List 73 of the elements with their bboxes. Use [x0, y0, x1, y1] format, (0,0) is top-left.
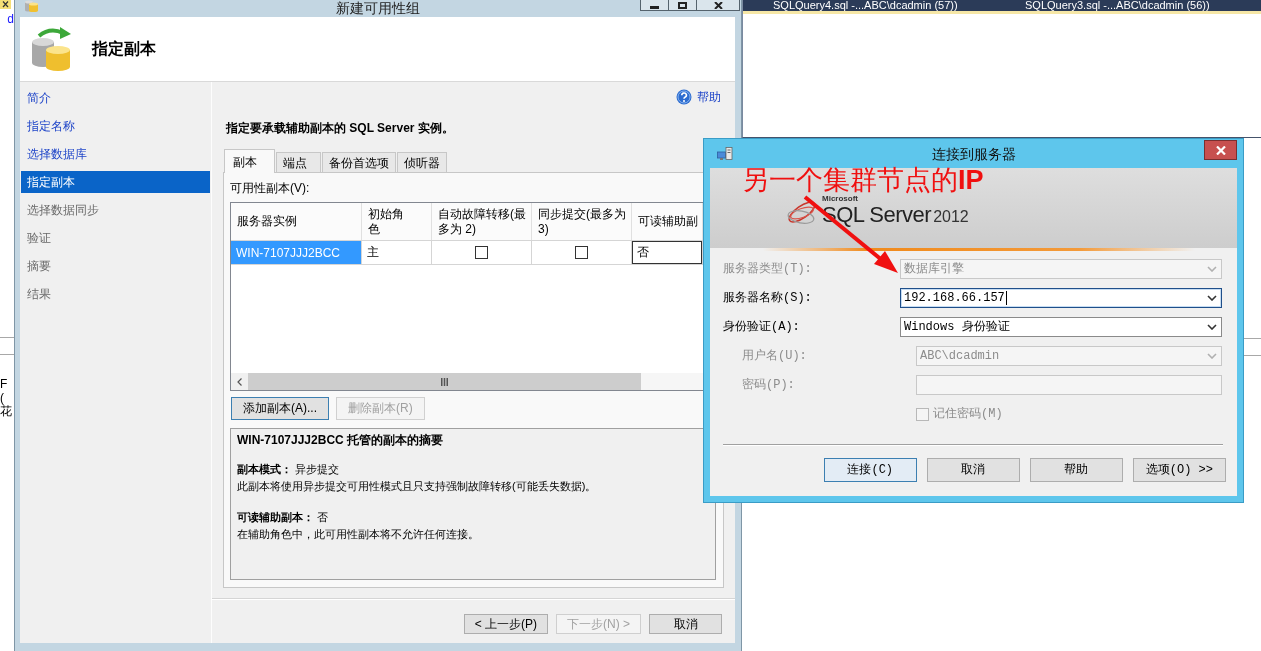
- chevron-left-icon: [237, 377, 242, 386]
- field-label: 服务器名称(S):: [723, 290, 813, 306]
- dialog-button[interactable]: 取消: [926, 458, 1020, 482]
- tab[interactable]: 副本: [224, 149, 275, 173]
- table-cell[interactable]: 否: [632, 241, 703, 264]
- dialog-title: 连接到服务器: [931, 144, 1016, 163]
- wizard-step[interactable]: 选择数据库: [21, 143, 210, 165]
- dialog-button[interactable]: 选项(O) >>: [1132, 458, 1226, 482]
- summary-line: 可读辅助副本： 否: [237, 510, 330, 525]
- maximize-icon: [678, 1, 687, 9]
- result-text: F: [0, 378, 9, 392]
- wizard-step[interactable]: 指定副本: [21, 171, 210, 193]
- text-cursor-icon: [1005, 291, 1007, 305]
- wizard-step[interactable]: 指定名称: [21, 115, 210, 137]
- help-link[interactable]: 帮助: [676, 88, 721, 106]
- close-icon: [713, 1, 723, 9]
- close-icon: [1215, 145, 1226, 155]
- dialog-button[interactable]: 帮助: [1029, 458, 1123, 482]
- checkbox[interactable]: [575, 246, 588, 259]
- computer-icon: [717, 146, 733, 161]
- field-label: 身份验证(A):: [723, 319, 801, 335]
- summary-description: 此副本将使用异步提交可用性模式且只支持强制故障转移(可能丢失数据)。: [237, 479, 598, 494]
- window-title: 新建可用性组: [336, 0, 420, 16]
- wizard-step[interactable]: 简介: [21, 87, 210, 109]
- chevron-down-icon: [1207, 266, 1217, 272]
- close-button[interactable]: [697, 0, 740, 11]
- minimize-button[interactable]: [640, 0, 669, 11]
- grid-label: 可用性副本(V):: [230, 181, 311, 195]
- result-text: 花: [0, 405, 13, 419]
- close-button[interactable]: [1204, 140, 1237, 160]
- maximize-button[interactable]: [669, 0, 697, 11]
- document-tab[interactable]: SQLQuery3.sql -...ABC\dcadmin (56)): [1025, 0, 1261, 11]
- document-tab[interactable]: SQLQuery4.sql -...ABC\dcadmin (57)): [773, 0, 1025, 11]
- brand-text: Microsoft: [822, 194, 859, 203]
- column-header: 初始角色: [362, 203, 432, 240]
- database-icon: [24, 0, 38, 12]
- summary-description: 在辅助角色中，此可用性副本将不允许任何连接。: [237, 527, 480, 542]
- tab[interactable]: 侦听器: [397, 152, 447, 172]
- column-header: 可读辅助副: [632, 203, 703, 240]
- version-text: 2012: [933, 207, 969, 227]
- field-label: 用户名(U):: [741, 348, 808, 364]
- chevron-down-icon: [1207, 295, 1217, 301]
- summary-title: WIN-7107JJJ2BCC 托管的副本的摘要: [237, 432, 445, 448]
- result-text: (: [0, 391, 4, 405]
- instruction-text: 指定要承载辅助副本的 SQL Server 实例。: [226, 121, 455, 135]
- nav-button[interactable]: < 上一步(P): [463, 614, 548, 634]
- chevron-down-icon: [1207, 353, 1217, 359]
- help-icon: [676, 89, 692, 105]
- nav-button[interactable]: 取消: [649, 614, 722, 634]
- code-text: d: [6, 14, 14, 26]
- grip-icon: [441, 377, 448, 386]
- annotation-text: 另一个集群节点的IP: [742, 166, 984, 193]
- combo-box[interactable]: 192.168.66.157: [900, 288, 1222, 308]
- checkbox[interactable]: [475, 246, 488, 259]
- tab[interactable]: 备份首选项: [322, 152, 396, 172]
- summary-line: 副本模式： 异步提交: [237, 462, 341, 477]
- field-label: 服务器类型(T):: [723, 261, 813, 277]
- combo-box[interactable]: Windows 身份验证: [900, 317, 1222, 337]
- dialog-button[interactable]: 连接(C): [823, 458, 917, 482]
- minimize-icon: [650, 5, 659, 9]
- page-title: 指定副本: [92, 39, 156, 59]
- close-icon[interactable]: [0, 0, 11, 9]
- column-header: 服务器实例: [231, 203, 362, 240]
- field-label: 密码(P):: [741, 377, 796, 393]
- tab[interactable]: 端点: [276, 152, 321, 172]
- column-header: 自动故障转移(最多为 2): [432, 203, 532, 240]
- table-cell[interactable]: 主: [362, 241, 432, 264]
- chevron-down-icon: [1207, 324, 1217, 330]
- checkbox-label: 记住密码(M): [933, 406, 1003, 422]
- column-header: 同步提交(最多为 3): [532, 203, 632, 240]
- grid-button[interactable]: 添加副本(A)...: [231, 397, 329, 420]
- scrollbar-thumb[interactable]: [248, 373, 641, 390]
- scroll-left-button[interactable]: [231, 373, 248, 390]
